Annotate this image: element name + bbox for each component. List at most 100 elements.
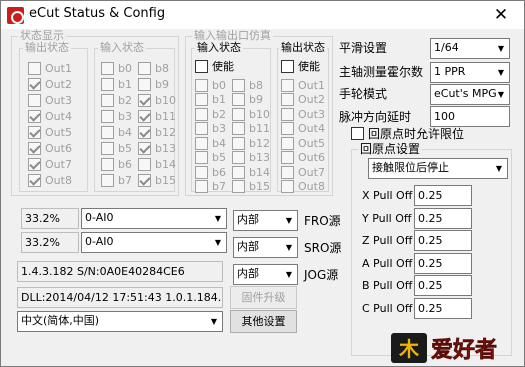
x-pull-off-label: X Pull Off [362, 189, 413, 202]
chevron-down-icon[interactable]: ▼ [210, 209, 226, 228]
logo-prefix: 木 [398, 337, 420, 361]
smoothing-label: 平滑设置 [339, 41, 388, 55]
sim-output-out3-checkbox [281, 107, 294, 121]
chevron-down-icon[interactable]: ▼ [281, 265, 297, 284]
sim-input-b0-checkbox [195, 78, 208, 92]
sim-input-b2: b2 [195, 107, 226, 121]
sim-input-group: 输入状态 使能 b0 b1 b2 b3 b4 b5 b6 b7 b8 b9 b10 b11 b12 b1… [191, 41, 271, 194]
y-pull-off-input[interactable]: 0.25 [414, 207, 472, 229]
input-status-b13: b13 [138, 141, 176, 155]
sim-output-out4-label: Out4 [298, 122, 325, 135]
sro-channel-select[interactable]: 0-AI0 ▼ [81, 232, 227, 253]
output-status-out1: Out1 [28, 61, 72, 75]
sim-input-enable[interactable]: 使能 [195, 59, 234, 73]
window-title: eCut Status & Config [29, 6, 166, 21]
sim-input-b15: b15 [232, 180, 270, 194]
output-status-out8: Out8 [28, 173, 72, 187]
sim-input-b3-label: b3 [212, 122, 226, 135]
input-status-b13-checkbox [138, 141, 151, 155]
input-status-b1-checkbox [101, 77, 114, 91]
other-settings-button[interactable]: 其他设置 [230, 310, 297, 333]
sim-output-out5-label: Out5 [298, 136, 325, 150]
fro-channel-select[interactable]: 0-AI0 ▼ [81, 208, 227, 229]
input-status-b11-label: b11 [155, 109, 176, 123]
sim-input-b10: b10 [232, 107, 270, 121]
input-status-b8: b8 [138, 61, 169, 75]
sim-input-b15-checkbox [232, 180, 245, 193]
jog-source-label: JOG源 [304, 268, 339, 282]
input-status-b4-checkbox [101, 125, 114, 139]
chevron-down-icon[interactable]: ▼ [210, 233, 226, 252]
input-status-b10-checkbox [138, 93, 151, 107]
output-status-title: 输出状态 [23, 41, 71, 55]
ecut-config-window: eCut Status & Config ✕ 状态显示 输出状态 Out1 Out… [0, 0, 525, 367]
input-status-b10-label: b10 [155, 93, 176, 107]
sim-output-out7: Out7 [281, 165, 325, 179]
chevron-down-icon[interactable]: ▼ [493, 63, 509, 82]
homing-mode-select[interactable]: 接触限位后停止 ▼ [368, 158, 508, 179]
ecut-app-icon [7, 7, 24, 24]
sro-percent-field: 33.2% [21, 232, 79, 253]
sro-source-label: SRO源 [304, 241, 342, 255]
home-limit-option[interactable]: 回原点时允许限位 [351, 126, 465, 141]
sim-input-b1: b1 [195, 93, 226, 107]
sro-mode-select[interactable]: 内部 ▼ [233, 237, 298, 258]
output-status-out7-checkbox [28, 157, 41, 171]
homing-settings-group: 回原点设置 接触限位后停止 ▼ X Pull Off 0.25 Y Pull Off… [351, 142, 512, 356]
sim-output-out4-checkbox [281, 122, 294, 135]
sro-mode-value: 内部 [237, 240, 259, 253]
sim-input-b5-checkbox [195, 151, 208, 164]
sim-input-b9: b9 [232, 93, 263, 107]
chevron-down-icon[interactable]: ▼ [281, 211, 297, 230]
b-pull-off-input[interactable]: 0.25 [414, 275, 472, 296]
input-status-b0-checkbox [101, 61, 114, 75]
output-status-out3-label: Out3 [45, 93, 72, 107]
chevron-down-icon[interactable]: ▼ [206, 312, 222, 331]
x-pull-off-input[interactable]: 0.25 [414, 185, 472, 206]
chevron-down-icon[interactable]: ▼ [493, 85, 509, 104]
sim-input-b8: b8 [232, 78, 263, 92]
sim-input-b0-label: b0 [212, 78, 226, 92]
sim-input-b8-checkbox [232, 78, 245, 92]
c-pull-off-label: C Pull Off [362, 301, 413, 315]
input-status-b0: b0 [101, 61, 132, 75]
jog-mode-select[interactable]: 内部 ▼ [233, 264, 298, 285]
z-pull-off-input[interactable]: 0.25 [414, 230, 472, 251]
sim-output-out8-label: Out8 [298, 180, 325, 193]
status-display-group: 状态显示 输出状态 Out1 Out2 Out3 Out4 Out5 Out6 Out7 Ou… [11, 29, 179, 196]
title-bar[interactable]: eCut Status & Config ✕ [1, 1, 524, 29]
home-limit-checkbox[interactable] [351, 126, 364, 140]
output-status-out6-checkbox [28, 141, 41, 155]
firmware-upgrade-button[interactable]: 固件升级 [230, 286, 297, 309]
sim-input-b7-checkbox [195, 180, 208, 193]
sim-input-b9-label: b9 [249, 93, 263, 106]
handwheel-mode-select[interactable]: eCut's MPG ▼ [430, 84, 510, 105]
chevron-down-icon[interactable]: ▼ [491, 159, 507, 178]
sim-output-enable-checkbox[interactable] [281, 59, 294, 73]
c-pull-off-input[interactable]: 0.25 [414, 297, 472, 319]
sim-output-group: 输出状态 使能 Out1 Out2 Out3 Out4 Out5 Out6 Out7 Out8 [277, 41, 329, 193]
chevron-down-icon[interactable]: ▼ [493, 39, 509, 58]
chevron-down-icon[interactable]: ▼ [281, 238, 297, 257]
y-pull-off-label: Y Pull Off [362, 211, 412, 225]
language-select[interactable]: 中文(简体,中国) ▼ [17, 311, 223, 332]
sim-input-b12: b12 [232, 136, 270, 150]
output-status-out4-checkbox [28, 109, 41, 123]
fro-mode-select[interactable]: 内部 ▼ [233, 210, 298, 231]
sim-input-enable-checkbox[interactable] [195, 59, 208, 73]
home-limit-label: 回原点时允许限位 [368, 126, 465, 141]
fro-source-label: FRO源 [304, 214, 341, 228]
smoothing-select[interactable]: 1/64 ▼ [430, 38, 510, 59]
close-button[interactable]: ✕ [478, 1, 524, 29]
sim-output-out1-label: Out1 [298, 78, 325, 92]
sim-output-out6-checkbox [281, 151, 294, 164]
spindle-hall-select[interactable]: 1 PPR ▼ [430, 62, 510, 83]
output-status-out1-label: Out1 [45, 61, 72, 75]
a-pull-off-input[interactable]: 0.25 [414, 252, 472, 274]
sim-output-out2: Out2 [281, 93, 325, 107]
sim-input-b3: b3 [195, 122, 226, 136]
input-status-b15: b15 [138, 173, 176, 187]
input-status-b11-checkbox [138, 109, 151, 123]
sim-output-enable[interactable]: 使能 [281, 59, 320, 73]
input-status-b11: b11 [138, 109, 176, 123]
